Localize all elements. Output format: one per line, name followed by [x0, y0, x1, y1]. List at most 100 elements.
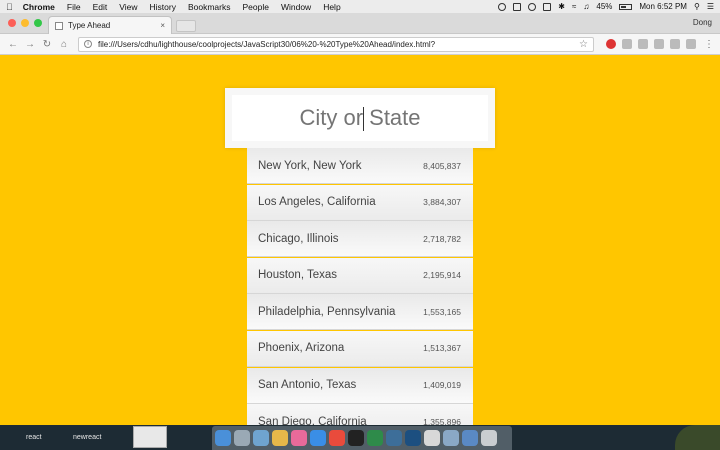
menubar-clock[interactable]: Mon 6:52 PM: [639, 2, 687, 11]
desktop-file-thumbnail[interactable]: [133, 426, 167, 448]
window-controls: [8, 19, 42, 27]
new-tab-button[interactable]: [176, 20, 196, 32]
suggestion-item[interactable]: Philadelphia, Pennsylvania 1,553,165: [247, 294, 473, 331]
page-info-icon[interactable]: i: [84, 40, 92, 48]
suggestion-population: 1,553,165: [423, 306, 461, 317]
battery-icon[interactable]: [619, 3, 633, 10]
cast-icon[interactable]: [543, 2, 552, 11]
safari-icon[interactable]: [310, 430, 326, 446]
desktop-area: react newreact: [0, 425, 720, 450]
suggestion-item[interactable]: Chicago, Illinois 2,718,782: [247, 221, 473, 258]
bluetooth-icon[interactable]: ✱: [558, 2, 565, 11]
search-form: [225, 88, 495, 148]
extension-icon[interactable]: [622, 39, 632, 49]
photos-icon[interactable]: [272, 430, 288, 446]
quicktime-icon[interactable]: [405, 430, 421, 446]
menu-bookmarks[interactable]: Bookmarks: [188, 2, 231, 12]
suggestion-place: Houston, Texas: [258, 269, 338, 282]
suggestion-item[interactable]: Houston, Texas 2,195,914: [247, 257, 473, 294]
page-content: New York, New York 8,405,837 Los Angeles…: [0, 55, 720, 425]
wallpaper-plant-image: [675, 425, 720, 450]
close-window-button[interactable]: [8, 19, 16, 27]
mac-menubar:  Chrome File Edit View History Bookmark…: [0, 0, 720, 13]
suggestion-item[interactable]: San Diego, California 1,355,896: [247, 404, 473, 425]
suggestion-population: 1,409,019: [423, 380, 461, 391]
menu-window[interactable]: Window: [281, 2, 311, 12]
notification-center-icon[interactable]: ☰: [707, 2, 714, 11]
status-icon[interactable]: [498, 2, 507, 11]
search-input[interactable]: [232, 95, 488, 141]
home-icon[interactable]: ⌂: [57, 39, 71, 50]
address-bar[interactable]: i file:///Users/cdhu/lighthouse/coolproj…: [78, 36, 594, 52]
excel-icon[interactable]: [367, 430, 383, 446]
notes-icon[interactable]: [424, 430, 440, 446]
suggestion-item[interactable]: New York, New York 8,405,837: [247, 148, 473, 184]
suggestion-place: Los Angeles, California: [258, 196, 376, 209]
back-arrow-icon[interactable]: ←: [6, 39, 20, 50]
apple-menu-icon[interactable]: : [6, 2, 13, 12]
finder-icon[interactable]: [215, 430, 231, 446]
suggestion-place: Chicago, Illinois: [258, 232, 339, 245]
suggestion-population: 2,718,782: [423, 233, 461, 244]
suggestions-list: New York, New York 8,405,837 Los Angeles…: [247, 148, 473, 425]
itunes-icon[interactable]: [291, 430, 307, 446]
desktop-folder-label[interactable]: react: [26, 434, 42, 441]
suggestion-place: Phoenix, Arizona: [258, 342, 345, 355]
suggestion-population: 3,884,307: [423, 197, 461, 208]
suggestion-place: San Diego, California: [258, 415, 367, 425]
timemachine-icon[interactable]: [528, 2, 537, 11]
desktop-folder-label[interactable]: newreact: [73, 434, 101, 441]
suggestion-population: 2,195,914: [423, 270, 461, 281]
menu-file[interactable]: File: [67, 2, 81, 12]
wifi-icon[interactable]: ≈: [572, 2, 576, 11]
menu-app-name[interactable]: Chrome: [23, 2, 55, 12]
suggestion-item[interactable]: San Antonio, Texas 1,409,019: [247, 367, 473, 404]
menu-help[interactable]: Help: [323, 2, 340, 12]
page-favicon-icon: [55, 21, 63, 30]
display-icon[interactable]: [513, 2, 522, 11]
minimize-window-button[interactable]: [21, 19, 29, 27]
profile-name[interactable]: Dong: [693, 18, 712, 27]
suggestion-item[interactable]: Phoenix, Arizona 1,513,367: [247, 330, 473, 367]
suggestion-place: Philadelphia, Pennsylvania: [258, 305, 396, 318]
forward-arrow-icon[interactable]: →: [23, 39, 37, 50]
browser-tabstrip: Type Ahead × Dong: [0, 13, 720, 34]
menu-view[interactable]: View: [119, 2, 137, 12]
fullscreen-window-button[interactable]: [34, 19, 42, 27]
terminal-icon[interactable]: [348, 430, 364, 446]
spotlight-icon[interactable]: ⚲: [694, 2, 700, 11]
text-caret: [363, 107, 364, 131]
sublime-icon[interactable]: [386, 430, 402, 446]
suggestion-population: 8,405,837: [423, 160, 461, 171]
suggestion-item[interactable]: Los Angeles, California 3,884,307: [247, 184, 473, 221]
volume-icon[interactable]: ♫: [583, 2, 589, 11]
bookmark-star-icon[interactable]: ☆: [579, 39, 588, 50]
chrome-menu-icon[interactable]: ⋮: [704, 39, 714, 50]
battery-percent[interactable]: 45%: [596, 2, 612, 11]
suggestion-place: San Antonio, Texas: [258, 379, 357, 392]
address-bar-url[interactable]: file:///Users/cdhu/lighthouse/coolprojec…: [98, 40, 435, 49]
suggestion-place: New York, New York: [258, 159, 362, 172]
adblock-extension-icon[interactable]: [606, 39, 616, 49]
menu-edit[interactable]: Edit: [93, 2, 108, 12]
extension-icon[interactable]: [686, 39, 696, 49]
preview-icon[interactable]: [253, 430, 269, 446]
trash-icon[interactable]: [481, 430, 497, 446]
tab-type-ahead[interactable]: Type Ahead ×: [48, 16, 172, 34]
suggestion-population: 1,355,896: [423, 416, 461, 425]
extension-icon[interactable]: [638, 39, 648, 49]
tab-close-icon[interactable]: ×: [160, 21, 165, 30]
menu-people[interactable]: People: [242, 2, 268, 12]
dock: [212, 426, 512, 450]
chrome-icon[interactable]: [329, 430, 345, 446]
downloads-icon[interactable]: [462, 430, 478, 446]
menu-history[interactable]: History: [150, 2, 176, 12]
extension-icon[interactable]: [654, 39, 664, 49]
extension-icon[interactable]: [670, 39, 680, 49]
suggestion-population: 1,513,367: [423, 343, 461, 354]
screenshot-icon[interactable]: [443, 430, 459, 446]
browser-toolbar: ← → ↻ ⌂ i file:///Users/cdhu/lighthouse/…: [0, 34, 720, 55]
launchpad-icon[interactable]: [234, 430, 250, 446]
reload-icon[interactable]: ↻: [40, 39, 54, 50]
tab-title: Type Ahead: [68, 21, 111, 30]
